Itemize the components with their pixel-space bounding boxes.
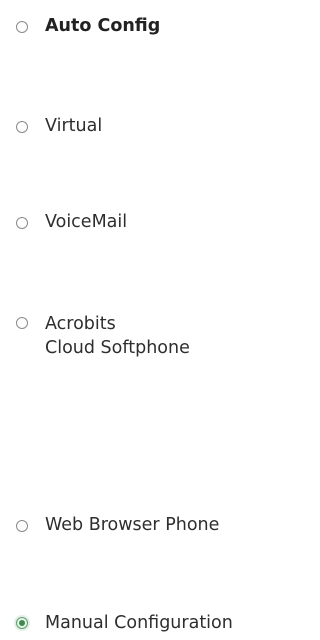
option-label-line-2: Cloud Softphone	[45, 338, 190, 358]
radio-web-browser-phone[interactable]	[16, 520, 28, 532]
radio-auto-config[interactable]	[16, 21, 28, 33]
radio-selected-dot	[19, 620, 25, 626]
option-label-voicemail: VoiceMail	[45, 212, 128, 232]
radio-acrobits-cloud-softphone[interactable]	[16, 317, 28, 329]
option-label-web-browser-phone: Web Browser Phone	[45, 515, 220, 535]
radio-manual-configuration[interactable]	[16, 617, 28, 629]
radio-virtual[interactable]	[16, 121, 28, 133]
option-label-virtual: Virtual	[45, 116, 103, 136]
option-label-auto-config: Auto Config	[45, 16, 161, 36]
option-label-manual-configuration: Manual Configuration	[45, 613, 233, 633]
option-label-line-1: Acrobits	[45, 314, 116, 334]
option-label-acrobits-cloud-softphone: Acrobits Cloud Softphone	[45, 312, 190, 360]
radio-voicemail[interactable]	[16, 217, 28, 229]
